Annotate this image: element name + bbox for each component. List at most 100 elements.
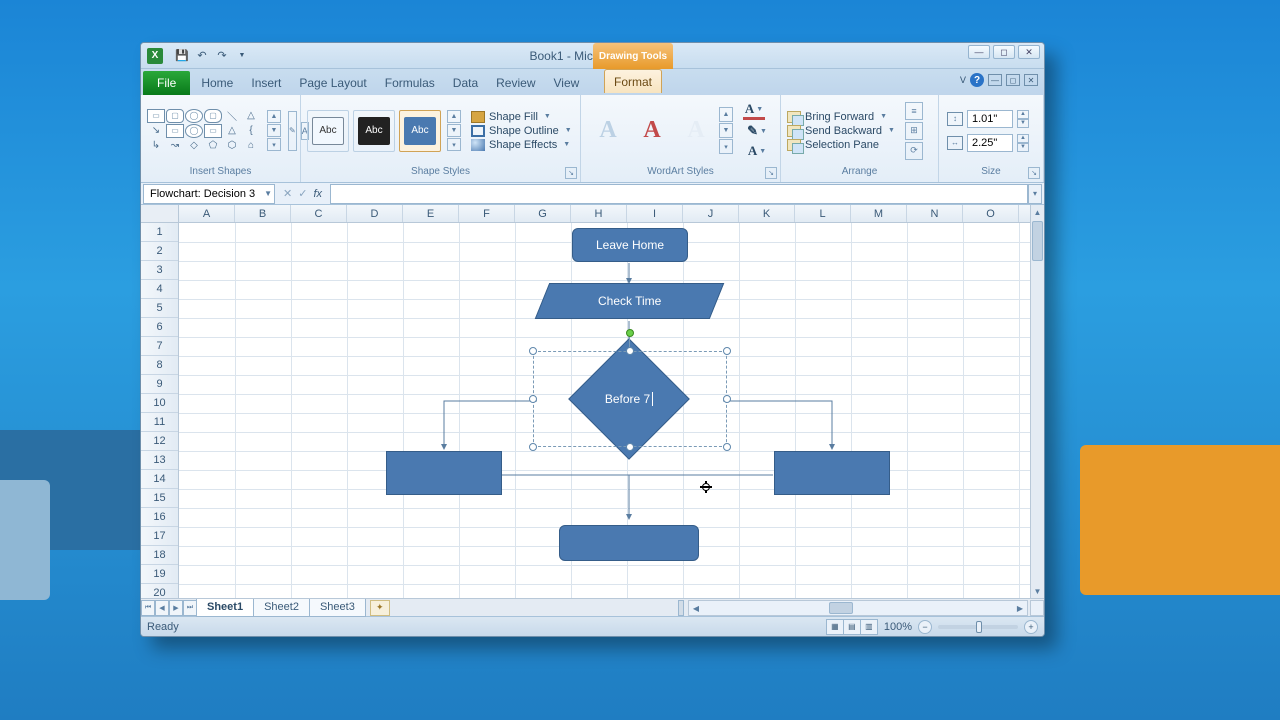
shapes-gallery[interactable]: ▭▢◯▢＼△ ↘▭◯▭△{ ↳↝◇⬠⬡⌂	[147, 109, 260, 153]
tab-review[interactable]: Review	[487, 71, 544, 95]
align-button[interactable]: ≡	[905, 102, 923, 120]
resize-corner[interactable]	[1030, 600, 1044, 616]
bring-forward-button[interactable]: Bring Forward▼	[787, 111, 895, 123]
edit-shape-button[interactable]: ✎	[288, 111, 297, 151]
group-label: Shape Styles	[411, 166, 470, 177]
window-minimize-button[interactable]: —	[968, 45, 990, 59]
flowchart-data-check-time[interactable]: Check Time	[535, 283, 725, 319]
ribbon-tab-strip: File Home Insert Page Layout Formulas Da…	[141, 69, 1044, 95]
new-sheet-button[interactable]: ✦	[370, 600, 390, 616]
select-all-corner[interactable]	[141, 205, 179, 223]
tab-scroll-splitter[interactable]	[678, 600, 684, 616]
sheet-tab-sheet3[interactable]: Sheet3	[309, 599, 366, 617]
view-page-break-button[interactable]: ▥	[860, 619, 878, 635]
rotate-handle[interactable]	[626, 329, 634, 337]
text-outline-button[interactable]: ✎▼	[743, 122, 771, 140]
column-headers[interactable]: ABCDEFGHIJKLMNO	[179, 205, 1030, 223]
sheet-nav-next[interactable]: ▶	[169, 600, 183, 616]
shapes-gallery-scroll[interactable]: ▲▼▾	[267, 110, 281, 151]
horizontal-scrollbar[interactable]: ◀▶	[688, 600, 1028, 616]
text-fill-button[interactable]: A▼	[743, 102, 765, 120]
zoom-percent[interactable]: 100%	[884, 621, 912, 633]
sheet-nav-prev[interactable]: ◀	[155, 600, 169, 616]
shape-fill-button[interactable]: Shape Fill▼	[471, 111, 572, 123]
desktop-decor	[0, 480, 50, 600]
window-restore-button[interactable]: ◻	[993, 45, 1015, 59]
excel-icon[interactable]: X	[147, 48, 163, 64]
qat-undo-button[interactable]: ↶	[194, 48, 210, 64]
worksheet-grid[interactable]: ABCDEFGHIJKLMNO 123456789101112131415161…	[141, 205, 1044, 598]
expand-formula-bar-button[interactable]: ▾	[1028, 184, 1042, 204]
flowchart-process-right[interactable]	[774, 451, 890, 495]
enter-formula-button[interactable]: ✓	[298, 187, 307, 200]
qat-customize-button[interactable]: ▼	[234, 48, 250, 64]
shape-effects-button[interactable]: Shape Effects▼	[471, 139, 572, 151]
help-button[interactable]: ?	[970, 73, 984, 87]
title-bar: X 💾 ↶ ↷ ▼ Book1 - Microsoft Excel Drawin…	[141, 43, 1044, 69]
group-arrange: Bring Forward▼ Send Backward▼ Selection …	[781, 95, 939, 182]
sheet-tab-sheet2[interactable]: Sheet2	[253, 599, 310, 617]
tab-insert[interactable]: Insert	[242, 71, 290, 95]
zoom-slider[interactable]	[938, 625, 1018, 629]
flowchart-terminator-leave-home[interactable]: Leave Home	[572, 228, 688, 262]
shape-style-gallery[interactable]: Abc Abc Abc ▲▼▾	[307, 110, 461, 152]
row-headers[interactable]: 1234567891011121314151617181920	[141, 223, 179, 598]
desktop-decor	[1080, 445, 1280, 595]
formula-input[interactable]	[330, 184, 1028, 204]
group-wordart-styles: A A A ▲▼▾ A▼ ✎▼ A▼ WordArt Styles ↘	[581, 95, 781, 182]
dialog-launcher[interactable]: ↘	[1028, 167, 1040, 179]
tab-page-layout[interactable]: Page Layout	[290, 71, 375, 95]
vertical-scrollbar[interactable]: ▲ ▼	[1030, 205, 1044, 598]
group-shape-styles: Abc Abc Abc ▲▼▾ Shape Fill▼ Shape Outlin…	[301, 95, 581, 182]
zoom-out-button[interactable]: −	[918, 620, 932, 634]
group-label: Arrange	[781, 166, 938, 182]
view-page-layout-button[interactable]: ▤	[843, 619, 861, 635]
qat-save-button[interactable]: 💾	[174, 48, 190, 64]
flowchart-process-left[interactable]	[386, 451, 502, 495]
selection-pane-button[interactable]: Selection Pane	[787, 139, 895, 151]
tab-home[interactable]: Home	[192, 71, 242, 95]
cells-area[interactable]: Leave Home Check Time Before 7	[179, 223, 1030, 598]
workbook-close-button[interactable]: ✕	[1024, 74, 1038, 86]
view-normal-button[interactable]: ▦	[826, 619, 844, 635]
group-label: WordArt Styles	[647, 166, 714, 177]
wordart-gallery[interactable]: A A A ▲▼▾	[587, 106, 733, 156]
sheet-nav-first[interactable]: ⏮	[141, 600, 155, 616]
workbook-minimize-button[interactable]: —	[988, 74, 1002, 86]
shape-selection[interactable]	[533, 351, 727, 447]
cancel-formula-button[interactable]: ✕	[283, 187, 292, 200]
tab-format[interactable]: Format	[604, 69, 662, 93]
sheet-nav-last[interactable]: ⏭	[183, 600, 197, 616]
shape-outline-button[interactable]: Shape Outline▼	[471, 125, 572, 137]
file-tab[interactable]: File	[143, 71, 190, 95]
tab-data[interactable]: Data	[444, 71, 487, 95]
text-effects-button[interactable]: A▼	[743, 142, 771, 160]
ribbon: ▭▢◯▢＼△ ↘▭◯▭△{ ↳↝◇⬠⬡⌂ ▲▼▾ ✎ A Insert Shap…	[141, 95, 1044, 183]
quick-access-toolbar: X 💾 ↶ ↷ ▼	[141, 48, 250, 64]
excel-window: X 💾 ↶ ↷ ▼ Book1 - Microsoft Excel Drawin…	[140, 42, 1045, 637]
tab-formulas[interactable]: Formulas	[376, 71, 444, 95]
tab-view[interactable]: View	[545, 71, 589, 95]
vertical-scroll-thumb[interactable]	[1032, 221, 1043, 261]
fx-button[interactable]: fx	[313, 188, 322, 200]
dialog-launcher[interactable]: ↘	[565, 167, 577, 179]
name-box[interactable]: Flowchart: Decision 3▼	[143, 184, 275, 204]
zoom-in-button[interactable]: +	[1024, 620, 1038, 634]
ribbon-minimize-button[interactable]: ᐯ	[960, 75, 966, 86]
send-backward-button[interactable]: Send Backward▼	[787, 125, 895, 137]
window-close-button[interactable]: ✕	[1018, 45, 1040, 59]
shape-width-input[interactable]: ↔ 2.25" ▲▼	[947, 134, 1029, 152]
group-size: ↕ 1.01" ▲▼ ↔ 2.25" ▲▼ Size↘	[939, 95, 1044, 182]
rotate-button[interactable]: ⟳	[905, 142, 923, 160]
sheet-tab-sheet1[interactable]: Sheet1	[196, 599, 254, 617]
contextual-tab-header: Drawing Tools	[593, 43, 673, 69]
qat-redo-button[interactable]: ↷	[214, 48, 230, 64]
workbook-restore-button[interactable]: ◻	[1006, 74, 1020, 86]
width-icon: ↔	[947, 136, 963, 150]
group-button[interactable]: ⊞	[905, 122, 923, 140]
cell-cursor-icon	[700, 481, 712, 493]
shape-height-input[interactable]: ↕ 1.01" ▲▼	[947, 110, 1029, 128]
flowchart-terminator-bottom[interactable]	[559, 525, 699, 561]
dialog-launcher[interactable]: ↘	[765, 167, 777, 179]
sheet-tab-bar: ⏮ ◀ ▶ ⏭ Sheet1 Sheet2 Sheet3 ✦ ◀▶	[141, 598, 1044, 616]
